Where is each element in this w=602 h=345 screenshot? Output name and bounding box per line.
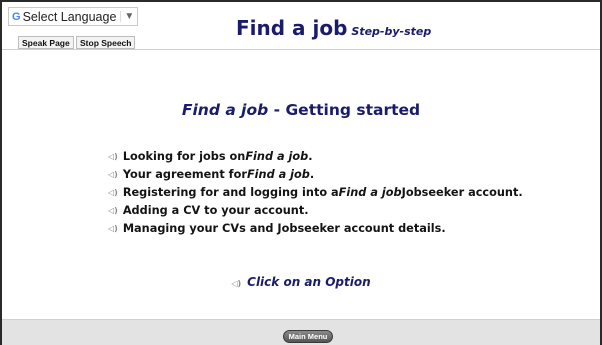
heading-rest: - Getting started: [268, 101, 421, 119]
speaker-icon[interactable]: ◁): [108, 166, 118, 184]
item-text-b: .: [308, 150, 313, 163]
list-item[interactable]: ◁) Looking for jobs on Find a job .: [108, 148, 523, 166]
section-heading: Find a job - Getting started: [2, 101, 600, 119]
item-text-em: Find a job: [245, 150, 309, 163]
list-item[interactable]: ◁) Adding a CV to your account.: [108, 202, 523, 220]
footer-bar: Main Menu: [2, 319, 600, 345]
main-menu-button[interactable]: Main Menu: [283, 330, 333, 343]
page-title: Find a job Step-by-step: [236, 16, 431, 40]
speaker-icon[interactable]: ◁): [108, 220, 118, 238]
item-text-b: .: [309, 168, 315, 181]
item-text-a: Looking for jobs on: [122, 150, 246, 163]
list-item[interactable]: ◁) Managing your CVs and Jobseeker accou…: [108, 220, 523, 238]
speaker-icon[interactable]: ◁): [108, 202, 118, 220]
option-list: ◁) Looking for jobs on Find a job . ◁) Y…: [108, 148, 523, 238]
dropdown-arrow-icon: ▼: [120, 11, 134, 22]
option-label: Click on an Option: [247, 275, 371, 289]
heading-emphasis: Find a job: [181, 101, 269, 119]
item-text-a: Registering for and logging into a: [122, 186, 339, 199]
item-text-a: Managing your CVs and Jobseeker account …: [122, 222, 446, 235]
click-option-prompt[interactable]: ◁) Click on an Option: [2, 275, 600, 289]
title-main: Find a job: [236, 16, 348, 40]
list-item[interactable]: ◁) Your agreement for Find a job .: [108, 166, 523, 184]
item-text-em: Find a job: [338, 186, 402, 199]
speak-page-button[interactable]: Speak Page: [18, 36, 74, 49]
language-selector[interactable]: G Select Language ▼: [8, 7, 139, 26]
speaker-icon[interactable]: ◁): [108, 184, 118, 202]
main-content: Find a job - Getting started ◁) Looking …: [2, 51, 600, 319]
item-text-b: Jobseeker account.: [401, 186, 523, 199]
item-text-em: Find a job: [246, 168, 310, 181]
language-selector-label: Select Language: [22, 9, 117, 24]
item-text-a: Adding a CV to your account.: [122, 204, 309, 217]
item-text-a: Your agreement for: [122, 168, 247, 181]
google-icon: G: [12, 10, 21, 23]
speaker-icon[interactable]: ◁): [108, 148, 118, 166]
speaker-icon[interactable]: ◁): [231, 279, 241, 288]
list-item[interactable]: ◁) Registering for and logging into a Fi…: [108, 184, 523, 202]
header: G Select Language ▼ Speak Page Stop Spee…: [2, 2, 600, 50]
title-subtitle: Step-by-step: [351, 25, 432, 38]
stop-speech-button[interactable]: Stop Speech: [76, 36, 136, 49]
